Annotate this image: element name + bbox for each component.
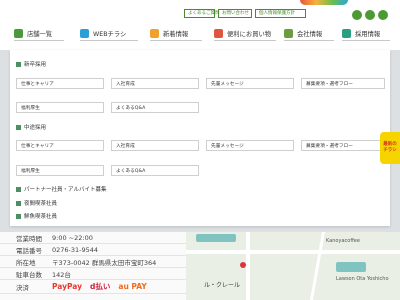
phone-row: 電話番号 0276-31-9544 (0, 244, 190, 256)
link-career[interactable]: 仕事とキャリア (16, 78, 104, 89)
hours-value: 9:00 ~22:00 (52, 233, 93, 242)
phone-value[interactable]: 0276-31-9544 (52, 246, 98, 254)
paypay-logo: PayPay (52, 282, 83, 291)
recruit-dropdown-menu: 新卒採用 仕事とキャリア 入社育成 先輩メッセージ 募集要項・選考フロー 福利厚… (10, 50, 390, 226)
square-bullet-icon (16, 200, 21, 206)
instagram-icon[interactable] (352, 10, 362, 20)
parking-label: 駐車台数 (16, 270, 42, 279)
link-senior-message[interactable]: 先輩メッセージ (206, 140, 294, 151)
map-label-kanoya: Kanoyacoffee (326, 238, 360, 244)
section-fish-title: 鮮魚喫茶社員 (24, 214, 58, 220)
latest-flyer-badge[interactable]: 最新の チラシ (380, 132, 400, 164)
parking-value: 142台 (52, 270, 71, 279)
map-label-leclaire: ル・クレール (204, 282, 241, 289)
nav-stores-label: 店舗一覧 (27, 30, 53, 38)
flyer-icon (80, 28, 89, 38)
nav-recruit-label: 採用情報 (355, 30, 381, 38)
link-senior-message[interactable]: 先輩メッセージ (206, 78, 294, 89)
cart-icon (214, 28, 223, 38)
nav-stores[interactable]: 店舗一覧 (14, 28, 64, 41)
nav-flyer[interactable]: WEBチラシ (80, 28, 138, 41)
section-mid-career[interactable]: 中途採用 (16, 123, 46, 131)
phone-label: 電話番号 (16, 246, 42, 255)
section-partner-title: パートナー社員・アルバイト募集 (24, 187, 107, 193)
square-bullet-icon (16, 186, 21, 192)
address-value: 〒373-0042 群馬県太田市宝町364 (52, 258, 157, 267)
store-map[interactable]: Kanoyacoffee Lawson Ota Yoshicho ル・クレール (186, 232, 400, 300)
link-career[interactable]: 仕事とキャリア (16, 140, 104, 151)
address-label: 所在地 (16, 258, 36, 267)
global-nav: 店舗一覧 WEBチラシ 新着情報 便利にお買い物 会社情報 採用情報 (0, 26, 400, 41)
nav-shopping-label: 便利にお買い物 (227, 30, 272, 38)
nav-flyer-label: WEBチラシ (93, 30, 127, 38)
nav-company[interactable]: 会社情報 (284, 28, 334, 41)
link-requirements[interactable]: 募集要項・選考フロー (301, 140, 385, 151)
nav-recruit[interactable]: 採用情報 (342, 28, 390, 41)
parking-row: 駐車台数 142台 (0, 268, 190, 280)
payment-methods: PayPay d払い au PAY (52, 281, 147, 292)
link-training[interactable]: 入社育成 (111, 140, 199, 151)
faq-link[interactable]: よくあるご質問 (184, 9, 220, 18)
utility-links: よくあるご質問 お問い合わせ 個人情報保護方針 (184, 9, 306, 18)
privacy-link[interactable]: 個人情報保護方針 (255, 9, 306, 18)
square-bullet-icon (16, 213, 21, 219)
store-info: 営業時間 9:00 ~22:00 電話番号 0276-31-9544 所在地 〒… (0, 232, 190, 300)
link-training[interactable]: 入社育成 (111, 78, 199, 89)
section-fish[interactable]: 鮮魚喫茶社員 (16, 212, 57, 220)
section-partner[interactable]: パートナー社員・アルバイト募集 (16, 185, 106, 193)
section-night-title: 夜間喫茶社員 (24, 201, 58, 207)
nav-news[interactable]: 新着情報 (150, 28, 202, 41)
payment-row: 決済 PayPay d払い au PAY (0, 280, 190, 294)
payment-label: 決済 (16, 283, 29, 292)
line-icon[interactable] (378, 10, 388, 20)
square-bullet-icon (16, 61, 21, 67)
news-icon (150, 28, 159, 38)
link-faq[interactable]: よくあるQ&A (111, 165, 199, 176)
shop-icon (14, 28, 23, 38)
link-faq[interactable]: よくあるQ&A (111, 102, 199, 113)
link-benefits[interactable]: 福利厚生 (16, 165, 104, 176)
social-links (352, 10, 388, 20)
address-row: 所在地 〒373-0042 群馬県太田市宝町364 (0, 256, 190, 268)
aupay-logo: au PAY (118, 282, 147, 291)
rainbow-decoration (300, 0, 348, 5)
map-label-lawson: Lawson Ota Yoshicho (336, 276, 389, 282)
nav-news-label: 新着情報 (163, 30, 189, 38)
link-requirements[interactable]: 募集要項・選考フロー (301, 78, 385, 89)
hours-label: 営業時間 (16, 234, 42, 243)
hours-row: 営業時間 9:00 ~22:00 (0, 232, 190, 244)
site-header: よくあるご質問 お問い合わせ 個人情報保護方針 店舗一覧 WEBチラシ 新着情報… (0, 0, 400, 50)
badge-line2: チラシ (383, 148, 397, 153)
contact-link[interactable]: お問い合わせ (218, 9, 252, 18)
section-mid-career-title: 中途採用 (24, 125, 47, 131)
twitter-icon[interactable] (365, 10, 375, 20)
nav-company-label: 会社情報 (297, 30, 323, 38)
section-night[interactable]: 夜間喫茶社員 (16, 199, 57, 207)
section-new-grad[interactable]: 新卒採用 (16, 60, 46, 68)
recruit-icon (342, 28, 351, 38)
dbarai-logo: d払い (90, 282, 111, 291)
link-benefits[interactable]: 福利厚生 (16, 102, 104, 113)
map-pin-icon[interactable] (240, 262, 246, 268)
square-bullet-icon (16, 124, 21, 130)
section-new-grad-title: 新卒採用 (24, 62, 47, 68)
company-icon (284, 28, 293, 38)
nav-shopping[interactable]: 便利にお買い物 (214, 28, 276, 41)
